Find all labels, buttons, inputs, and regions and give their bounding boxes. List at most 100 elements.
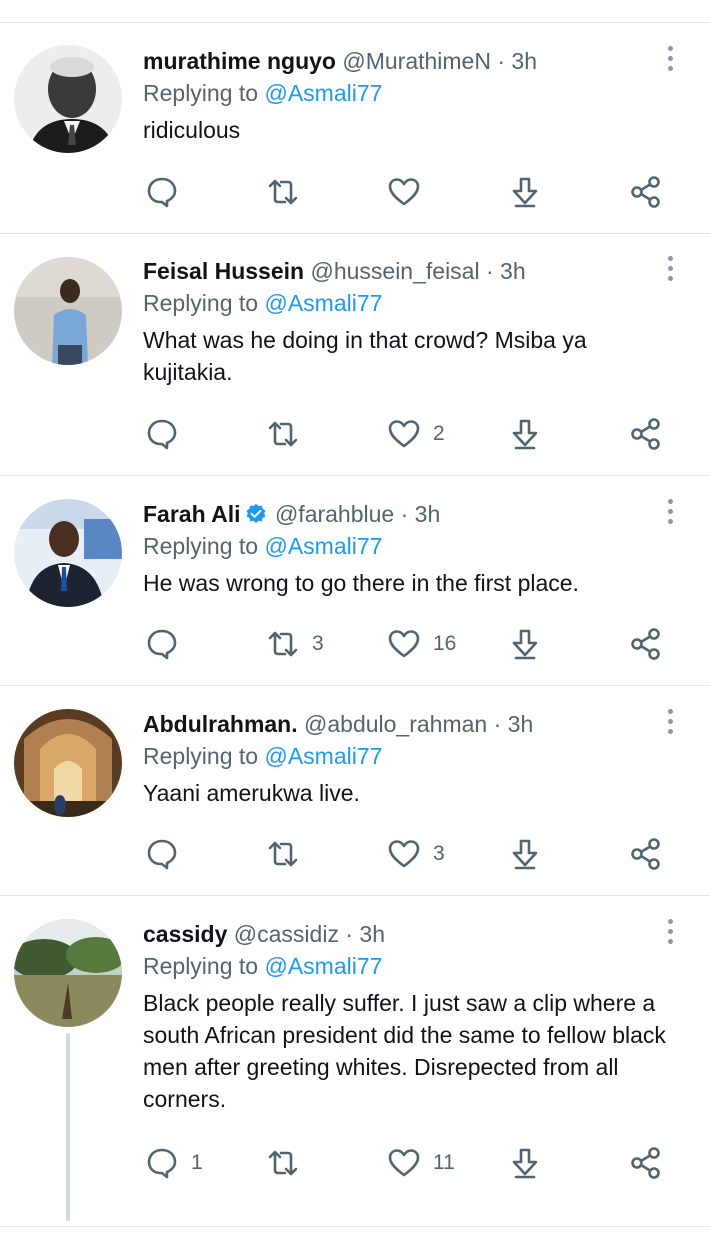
retweet-button[interactable]: [266, 1146, 312, 1180]
avatar[interactable]: [14, 919, 122, 1027]
action-bar: [143, 175, 673, 209]
reply-button[interactable]: [145, 175, 191, 209]
like-button[interactable]: 16: [387, 627, 456, 661]
author-name[interactable]: murathime nguyo: [143, 48, 336, 74]
avatar[interactable]: [14, 45, 122, 153]
author-handle[interactable]: @farahblue: [275, 501, 394, 527]
like-button[interactable]: 11: [387, 1146, 455, 1180]
download-button[interactable]: [508, 627, 542, 661]
author-name[interactable]: Abdulrahman.: [143, 711, 298, 737]
retweet-icon: [268, 631, 298, 657]
separator-dot: ·: [345, 921, 354, 947]
author-name[interactable]: Feisal Hussein: [143, 258, 304, 284]
download-icon: [512, 419, 538, 450]
tweet-item[interactable]: Farah Ali @farahblue · 3h Replying to @A…: [0, 476, 710, 686]
reply-button[interactable]: [145, 837, 191, 871]
reply-button[interactable]: [145, 417, 191, 451]
tweet-text: Yaani amerukwa live.: [143, 780, 360, 806]
tweet-item[interactable]: cassidy @cassidiz · 3h Replying to @Asma…: [0, 896, 710, 1226]
share-button[interactable]: [629, 837, 663, 871]
download-icon: [512, 629, 538, 660]
author-handle[interactable]: @hussein_feisal: [310, 258, 479, 284]
timestamp[interactable]: 3h: [500, 258, 526, 284]
timestamp[interactable]: 3h: [511, 48, 537, 74]
avatar[interactable]: [14, 257, 122, 365]
avatar[interactable]: [14, 709, 122, 817]
tweet-item[interactable]: murathime nguyo @MurathimeN · 3h Replyin…: [0, 22, 710, 234]
share-button[interactable]: [629, 417, 663, 451]
like-count: 2: [433, 422, 445, 445]
action-bar: 1 11: [143, 1146, 673, 1180]
mention-link[interactable]: @Asmali77: [264, 290, 382, 316]
mention-link[interactable]: @Asmali77: [264, 80, 382, 106]
like-icon: [388, 840, 420, 868]
author-name[interactable]: Farah Ali: [143, 501, 241, 527]
replying-to-label: Replying to: [143, 290, 259, 316]
like-button[interactable]: [387, 175, 433, 209]
replying-to: Replying to @Asmali77: [143, 950, 670, 982]
replying-to-label: Replying to: [143, 953, 259, 979]
download-button[interactable]: [508, 1146, 542, 1180]
author-name[interactable]: cassidy: [143, 921, 227, 947]
retweet-icon: [268, 1150, 298, 1176]
more-options-icon[interactable]: [666, 919, 676, 949]
share-button[interactable]: [629, 175, 663, 209]
top-divider: [0, 0, 710, 23]
timestamp[interactable]: 3h: [508, 711, 534, 737]
share-icon: [631, 838, 660, 870]
download-icon: [512, 177, 538, 208]
more-options-icon[interactable]: [666, 499, 676, 529]
share-button[interactable]: [629, 1146, 663, 1180]
more-options-icon[interactable]: [666, 46, 676, 76]
download-button[interactable]: [508, 175, 542, 209]
like-count: 16: [433, 632, 457, 655]
author-handle[interactable]: @MurathimeN: [342, 48, 491, 74]
retweet-button[interactable]: [266, 175, 312, 209]
more-options-icon[interactable]: [666, 256, 676, 286]
replying-to: Replying to @Asmali77: [143, 287, 670, 319]
tweet-text: What was he doing in that crowd? Msiba y…: [143, 327, 587, 385]
action-bar: 3 16: [143, 627, 673, 661]
share-icon: [631, 176, 660, 208]
download-button[interactable]: [508, 837, 542, 871]
mention-link[interactable]: @Asmali77: [264, 743, 382, 769]
tweet-item[interactable]: Feisal Hussein @hussein_feisal · 3h Repl…: [0, 234, 710, 476]
mention-link[interactable]: @Asmali77: [264, 533, 382, 559]
avatar[interactable]: [14, 499, 122, 607]
author-handle[interactable]: @cassidiz: [234, 921, 339, 947]
tweet-text: He was wrong to go there in the first pl…: [143, 570, 579, 596]
tweet-item[interactable]: Abdulrahman. @abdulo_rahman · 3h Replyin…: [0, 686, 710, 896]
bottom-divider: [0, 1226, 710, 1227]
replying-to-label: Replying to: [143, 533, 259, 559]
replying-to-label: Replying to: [143, 743, 259, 769]
like-icon: [388, 420, 420, 448]
tweet-text: ridiculous: [143, 117, 241, 143]
timestamp[interactable]: 3h: [359, 921, 385, 947]
author-handle[interactable]: @abdulo_rahman: [304, 711, 487, 737]
share-icon: [631, 418, 660, 450]
reply-icon: [147, 419, 177, 450]
like-button[interactable]: 3: [387, 837, 445, 871]
mention-link[interactable]: @Asmali77: [264, 953, 382, 979]
retweet-button[interactable]: 3: [266, 627, 324, 661]
retweet-count: 3: [312, 632, 324, 655]
retweet-button[interactable]: [266, 837, 312, 871]
tweet-text: Black people really suffer. I just saw a…: [143, 990, 666, 1112]
reply-count: 1: [191, 1151, 203, 1174]
retweet-icon: [268, 841, 298, 867]
reply-icon: [147, 177, 177, 208]
share-icon: [631, 1147, 660, 1179]
share-button[interactable]: [629, 627, 663, 661]
reply-button[interactable]: 1: [145, 1146, 203, 1180]
retweet-button[interactable]: [266, 417, 312, 451]
download-button[interactable]: [508, 417, 542, 451]
thread-connector-line: [66, 1033, 70, 1221]
reply-button[interactable]: [145, 627, 191, 661]
retweet-icon: [268, 179, 298, 205]
like-count: 11: [433, 1151, 455, 1174]
separator-dot: ·: [497, 48, 506, 74]
timestamp[interactable]: 3h: [415, 501, 441, 527]
download-icon: [512, 839, 538, 870]
like-button[interactable]: 2: [387, 417, 445, 451]
more-options-icon[interactable]: [666, 709, 676, 739]
